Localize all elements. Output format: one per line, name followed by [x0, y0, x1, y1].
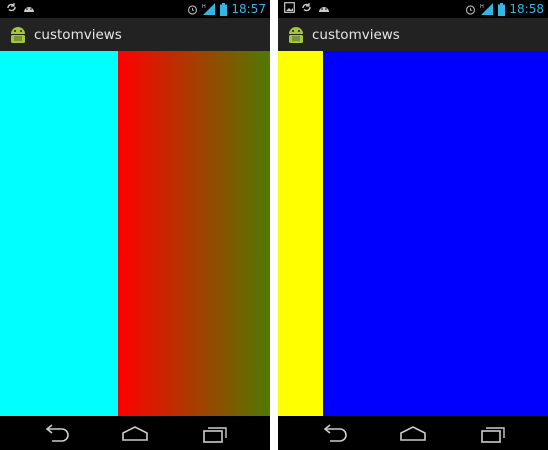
sync-icon	[6, 2, 17, 13]
content-area	[278, 51, 548, 416]
action-bar: customviews	[278, 18, 548, 51]
yellow-view	[278, 51, 323, 416]
phone-screen-right: H 18:58 customviews	[278, 0, 548, 450]
navigation-bar	[0, 416, 270, 450]
svg-text:H: H	[480, 4, 484, 10]
home-icon[interactable]	[398, 424, 428, 444]
navigation-bar	[278, 416, 548, 450]
status-bar: H 18:58	[278, 0, 548, 18]
back-icon[interactable]	[42, 424, 72, 444]
recents-icon[interactable]	[478, 424, 508, 444]
back-icon[interactable]	[320, 424, 350, 444]
cyan-view	[0, 51, 118, 416]
blue-view	[323, 51, 548, 416]
app-title: customviews	[312, 27, 400, 43]
svg-text:H: H	[202, 4, 206, 10]
status-time: 18:57	[231, 2, 266, 16]
alarm-icon	[465, 4, 476, 15]
battery-icon	[220, 2, 228, 16]
android-notification-icon	[23, 3, 35, 13]
phone-screen-left: H 18:57 customviews	[0, 0, 270, 450]
android-notification-icon	[318, 3, 330, 13]
sync-icon	[301, 2, 312, 13]
app-icon[interactable]	[287, 25, 305, 45]
home-icon[interactable]	[120, 424, 150, 444]
alarm-icon	[187, 4, 198, 15]
battery-icon	[498, 2, 506, 16]
signal-icon: H	[480, 3, 494, 15]
app-title: customviews	[34, 27, 122, 43]
status-bar: H 18:57	[0, 0, 270, 18]
picture-icon	[284, 2, 295, 13]
status-time: 18:58	[509, 2, 544, 16]
recents-icon[interactable]	[200, 424, 230, 444]
gradient-view	[118, 51, 270, 416]
signal-icon: H	[202, 3, 216, 15]
content-area	[0, 51, 270, 416]
app-icon[interactable]	[9, 25, 27, 45]
action-bar: customviews	[0, 18, 270, 51]
